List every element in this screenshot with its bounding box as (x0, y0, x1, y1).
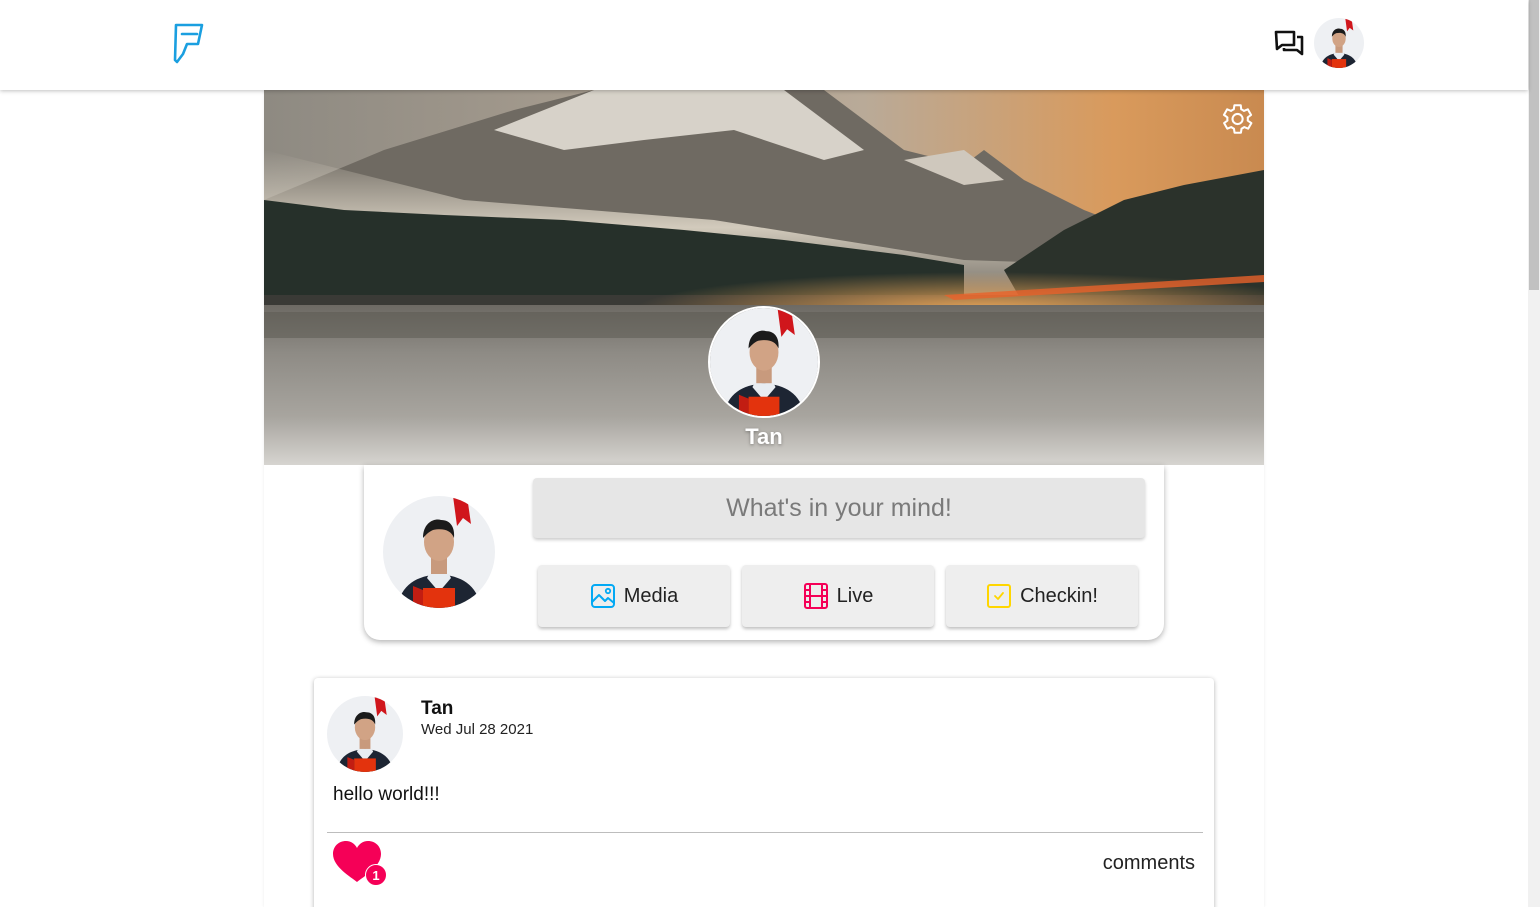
composer-avatar (383, 496, 495, 608)
post-composer: Media Live (364, 465, 1164, 640)
comments-link[interactable]: comments (1103, 852, 1195, 875)
forum-icon[interactable] (1274, 30, 1304, 56)
profile-name: Tan (745, 424, 783, 449)
media-label: Media (623, 584, 679, 607)
post-author-avatar[interactable] (327, 696, 403, 772)
cover-photo: Tan (264, 90, 1264, 465)
film-icon (803, 583, 828, 609)
profile-avatar[interactable] (708, 306, 820, 418)
post-author-name[interactable]: Tan (421, 698, 453, 720)
like-button[interactable]: 1 (331, 840, 389, 888)
post-card: Tan Wed Jul 28 2021 hello world!!! 1 com… (314, 678, 1214, 907)
post-date: Wed Jul 28 2021 (421, 721, 534, 738)
image-icon (590, 584, 615, 608)
scrollbar[interactable] (1528, 0, 1540, 907)
account-avatar[interactable] (1314, 18, 1364, 68)
foursquare-logo[interactable] (172, 22, 206, 64)
live-button[interactable]: Live (742, 565, 934, 627)
avatar-image (710, 308, 818, 416)
post-body: hello world!!! (333, 784, 440, 805)
status-input[interactable] (533, 478, 1145, 538)
post-divider (327, 832, 1203, 833)
profile-column: Tan What's in your mind! Media Live Chec… (264, 90, 1264, 907)
checkin-button[interactable]: Checkin! (946, 565, 1138, 627)
page: Tan What's in your mind! Media Live Chec… (0, 0, 1540, 907)
check-box-icon (987, 584, 1012, 608)
avatar-image (1314, 18, 1364, 68)
like-count-badge: 1 (365, 864, 387, 886)
gear-icon[interactable] (1217, 100, 1255, 138)
scrollbar-thumb[interactable] (1529, 0, 1539, 290)
checkin-label: Checkin! (1020, 584, 1098, 607)
avatar-image (327, 696, 403, 772)
live-label: Live (836, 584, 874, 607)
media-button[interactable]: Media (538, 565, 730, 627)
top-app-bar (0, 0, 1528, 90)
avatar-image (383, 496, 495, 608)
